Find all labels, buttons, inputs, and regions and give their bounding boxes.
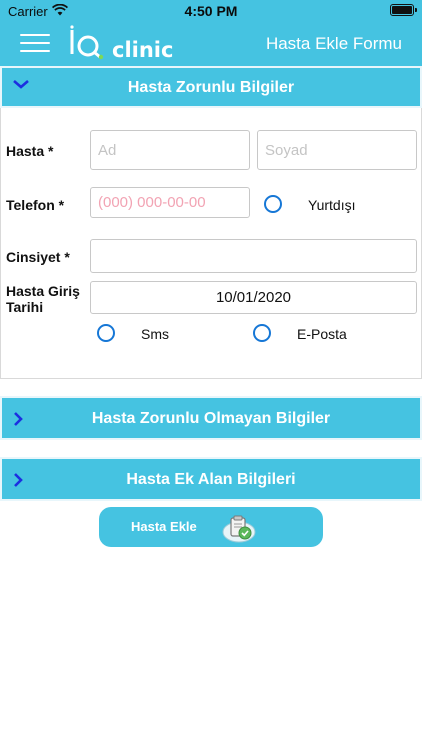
required-info-panel: Hasta * Telefon * Yurtdışı Cinsiyet * Ha… xyxy=(0,108,422,379)
section-extra-header[interactable]: Hasta Ek Alan Bilgileri xyxy=(0,457,422,501)
status-bar: Carrier 4:50 PM xyxy=(0,0,422,22)
menu-line-icon xyxy=(20,42,50,44)
phone-input[interactable] xyxy=(90,187,250,218)
hamburger-menu-button[interactable] xyxy=(20,30,50,56)
sms-radio[interactable] xyxy=(97,324,115,342)
abroad-radio[interactable] xyxy=(264,195,282,213)
telefon-label: Telefon * xyxy=(6,197,65,213)
section-extra-title: Hasta Ek Alan Bilgileri xyxy=(126,471,296,488)
entry-date-input[interactable]: 10/01/2020 xyxy=(90,281,417,314)
menu-line-icon xyxy=(20,34,50,36)
add-patient-icon xyxy=(222,515,256,543)
add-patient-button-label: Hasta Ekle xyxy=(131,519,197,534)
sms-label: Sms xyxy=(141,326,169,342)
clock: 4:50 PM xyxy=(184,3,238,19)
section-required-title: Hasta Zorunlu Bilgiler xyxy=(127,79,295,96)
section-optional-header[interactable]: Hasta Zorunlu Olmayan Bilgiler xyxy=(0,396,422,440)
menu-line-icon xyxy=(20,50,50,52)
gender-select[interactable] xyxy=(90,239,417,273)
logo-text: clinic xyxy=(112,38,174,62)
email-label: E-Posta xyxy=(297,326,347,342)
battery-icon xyxy=(390,4,417,16)
add-patient-button[interactable]: Hasta Ekle xyxy=(99,507,323,547)
section-required-header[interactable]: Hasta Zorunlu Bilgiler xyxy=(0,66,422,108)
section-optional-title: Hasta Zorunlu Olmayan Bilgiler xyxy=(91,410,331,427)
first-name-input[interactable] xyxy=(90,130,250,170)
page-title: Hasta Ekle Formu xyxy=(265,34,402,53)
nav-bar: clinic Hasta Ekle Formu xyxy=(0,22,422,66)
gender-label: Cinsiyet * xyxy=(6,249,70,265)
last-name-input[interactable] xyxy=(257,130,417,170)
hasta-label: Hasta * xyxy=(6,143,54,159)
entry-date-label: Hasta Giriş Tarihi xyxy=(6,283,80,315)
iq-clinic-logo: clinic xyxy=(66,24,173,64)
email-radio[interactable] xyxy=(253,324,271,342)
abroad-label: Yurtdışı xyxy=(308,197,356,213)
